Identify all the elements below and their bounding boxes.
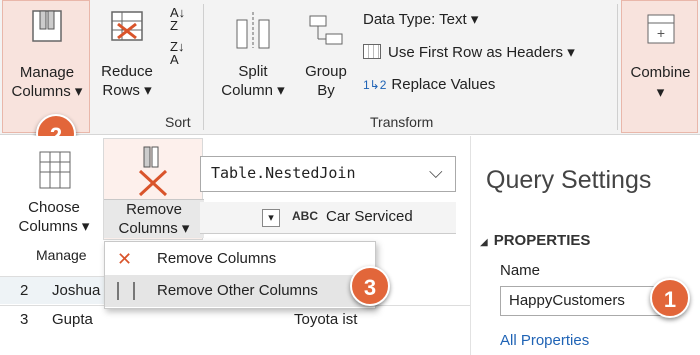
- data-type-dropdown[interactable]: Data Type: Text ▾: [363, 10, 478, 32]
- remove-columns-icon: [138, 146, 168, 197]
- text-type-icon: ABC: [292, 209, 318, 223]
- menu-item-remove-columns[interactable]: ✕ Remove Columns: [105, 243, 375, 275]
- split-column-icon: [236, 12, 270, 49]
- properties-label: PROPERTIES: [493, 232, 591, 249]
- split-column-label: Split Column ▾: [221, 63, 285, 99]
- table-cell[interactable]: Toyota ist: [294, 306, 357, 334]
- column-filter-button[interactable]: ▾: [262, 209, 280, 227]
- step-badge-1: 1: [650, 278, 690, 318]
- name-label: Name: [500, 262, 541, 279]
- use-first-row-button[interactable]: Use First Row as Headers ▾: [363, 43, 575, 65]
- choose-columns-button[interactable]: Choose Columns ▾: [14, 142, 94, 240]
- table-header-icon: [363, 44, 381, 59]
- manage-columns-label: Manage Columns ▾: [11, 64, 83, 100]
- column-header-row: ▾ ABC Car Serviced: [200, 202, 456, 234]
- table-cell[interactable]: Gupta: [52, 306, 93, 334]
- menu-item-remove-other-columns[interactable]: Remove Other Columns: [105, 275, 375, 307]
- replace-values-icon: 1↳2: [363, 78, 387, 92]
- group-by-label: Group By: [305, 63, 347, 99]
- data-type-label: Data Type: Text ▾: [363, 11, 479, 28]
- sort-descending-button[interactable]: Z↓ A: [170, 40, 198, 70]
- remove-columns-icon: ✕: [117, 249, 133, 269]
- sort-ascending-button[interactable]: A↓ Z: [170, 6, 198, 36]
- query-settings-title: Query Settings: [486, 166, 652, 194]
- menu-item-label: Remove Other Columns: [157, 282, 318, 299]
- step-badge-3: 3: [350, 266, 390, 306]
- sort-group-label: Sort: [165, 114, 191, 130]
- replace-values-button[interactable]: 1↳2 Replace Values: [363, 76, 495, 98]
- sort-descending-icon: Z↓ A: [170, 39, 185, 67]
- transform-group-label: Transform: [370, 114, 434, 130]
- all-properties-link[interactable]: All Properties: [500, 332, 589, 349]
- choose-columns-label: Choose Columns ▾: [18, 199, 90, 235]
- manage-columns-button[interactable]: Manage Columns ▾: [2, 0, 90, 133]
- group-by-icon: [309, 15, 343, 45]
- table-row[interactable]: 3 Gupta Toyota ist: [0, 305, 470, 333]
- combine-label: Combine: [630, 64, 691, 81]
- collapse-triangle-icon: ◢: [480, 237, 488, 248]
- row-index: 2: [20, 282, 29, 299]
- query-name-value: HappyCustomers: [509, 292, 625, 309]
- manage-columns-icon: [32, 10, 62, 42]
- choose-columns-icon: [39, 151, 71, 189]
- combine-icon: +: [647, 14, 675, 44]
- properties-section[interactable]: ◢ PROPERTIES: [480, 232, 590, 249]
- row-index: 3: [20, 311, 29, 328]
- column-header-car-serviced[interactable]: Car Serviced: [326, 208, 413, 225]
- formula-text: Table.NestedJoin: [211, 164, 356, 182]
- use-first-row-label: Use First Row as Headers ▾: [388, 44, 575, 61]
- replace-values-label: Replace Values: [391, 76, 496, 93]
- query-name-field[interactable]: HappyCustomers: [500, 286, 672, 316]
- table-row[interactable]: 2 Joshua: [0, 276, 104, 304]
- chevron-down-icon[interactable]: ⌵: [429, 162, 443, 183]
- remove-other-columns-icon: [117, 282, 135, 300]
- remove-columns-button[interactable]: Remove Columns ▾: [103, 138, 204, 240]
- ribbon-separator: [617, 4, 618, 130]
- chevron-down-icon: ▾: [656, 84, 665, 101]
- reduce-rows-button[interactable]: Reduce Rows ▾: [92, 0, 162, 110]
- reduce-rows-label: Reduce Rows ▾: [101, 63, 153, 99]
- menu-item-label: Remove Columns: [157, 250, 277, 267]
- svg-text:+: +: [657, 25, 665, 41]
- sort-ascending-icon: A↓ Z: [170, 5, 186, 33]
- group-by-button[interactable]: Group By: [296, 0, 356, 110]
- ribbon-separator: [203, 4, 204, 130]
- reduce-rows-icon: [111, 11, 143, 41]
- manage-group-label: Manage: [36, 247, 87, 263]
- split-column-button[interactable]: Split Column ▾: [213, 0, 293, 110]
- combine-button[interactable]: + Combine ▾: [621, 0, 698, 133]
- formula-bar[interactable]: Table.NestedJoin ⌵: [200, 156, 456, 192]
- table-cell[interactable]: Joshua: [52, 277, 100, 305]
- remove-columns-label: Remove Columns ▾: [104, 199, 204, 238]
